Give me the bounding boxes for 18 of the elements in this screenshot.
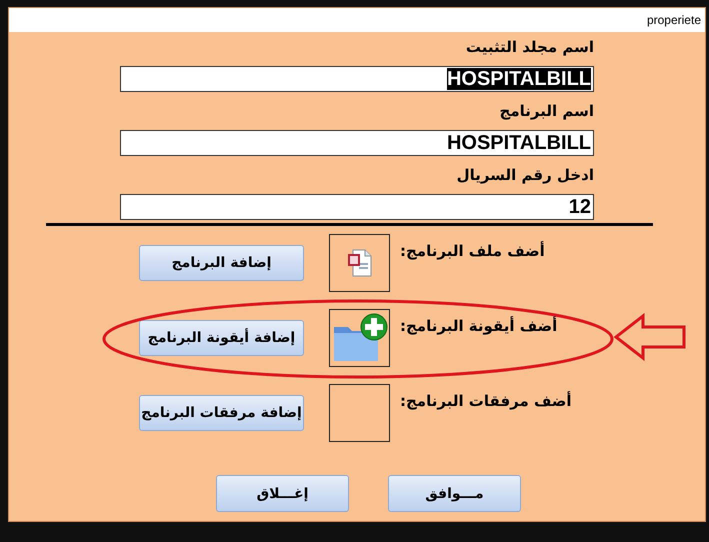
- add-button[interactable]: إضافة البرنامج: [139, 245, 304, 281]
- add-button[interactable]: إضافة مرفقات البرنامج: [139, 395, 304, 431]
- input-field[interactable]: HOSPITALBILL: [120, 66, 594, 92]
- row-label: أضف أيقونة البرنامج:: [400, 317, 558, 335]
- row-label: أضف ملف البرنامج:: [400, 242, 545, 260]
- window-title: properiete: [646, 13, 701, 27]
- document-icon: [346, 248, 372, 278]
- ok-button[interactable]: مـــوافق: [388, 475, 521, 512]
- add-button[interactable]: إضافة أيقونة البرنامج: [139, 320, 304, 356]
- row-label: أضف مرفقات البرنامج:: [400, 392, 572, 410]
- close-button[interactable]: إغـــلاق: [216, 475, 349, 512]
- field-label: ادخل رقم السريال: [456, 165, 594, 186]
- input-field[interactable]: 12: [120, 194, 594, 220]
- icon-frame: [329, 384, 390, 442]
- field-label: اسم البرنامج: [500, 101, 594, 122]
- arrow-icon: [613, 313, 687, 361]
- input-field[interactable]: HOSPITALBILL: [120, 130, 594, 156]
- field-label: اسم مجلد التثبيت: [466, 37, 594, 58]
